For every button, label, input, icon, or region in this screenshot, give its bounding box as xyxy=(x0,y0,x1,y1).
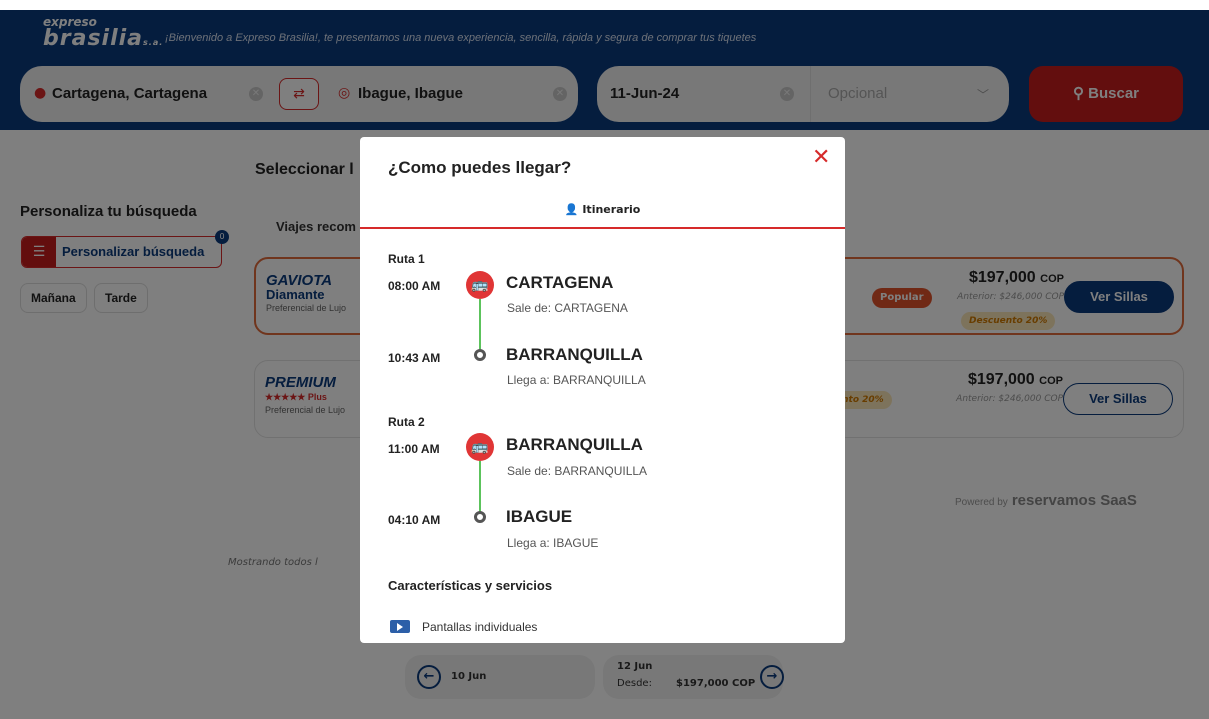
arrival-time: 04:10 AM xyxy=(388,513,441,527)
itinerary-modal: ¿Como puedes llegar? ✕ 👤 Itinerario Ruta … xyxy=(360,137,845,643)
screen-icon xyxy=(390,620,410,633)
tab-itinerary-label: Itinerario xyxy=(582,203,641,216)
close-icon[interactable]: ✕ xyxy=(812,147,830,169)
bus-icon: 🚌 xyxy=(466,271,494,299)
tab-itinerary[interactable]: 👤 Itinerario xyxy=(360,197,845,229)
departure-time: 11:00 AM xyxy=(388,442,440,456)
modal-title: ¿Como puedes llegar? xyxy=(388,158,572,177)
route-label: Ruta 1 xyxy=(388,252,425,266)
arrival-time: 10:43 AM xyxy=(388,351,441,365)
route-label: Ruta 2 xyxy=(388,415,425,429)
departure-time: 08:00 AM xyxy=(388,279,441,293)
departure-city: BARRANQUILLA xyxy=(506,435,643,454)
arrival-detail: Llega a: IBAGUE xyxy=(507,536,599,550)
stop-dot-icon xyxy=(474,349,486,361)
bus-icon: 🚌 xyxy=(466,433,494,461)
departure-detail: Sale de: BARRANQUILLA xyxy=(507,464,648,478)
feature-label: Pantallas individuales xyxy=(422,620,538,634)
route-line xyxy=(479,461,481,513)
arrival-detail: Llega a: BARRANQUILLA xyxy=(507,373,646,387)
stop-dot-icon xyxy=(474,511,486,523)
features-title: Características y servicios xyxy=(388,578,553,593)
person-icon: 👤 xyxy=(564,203,579,216)
departure-detail: Sale de: CARTAGENA xyxy=(507,301,628,315)
arrival-city: BARRANQUILLA xyxy=(506,345,643,364)
arrival-city: IBAGUE xyxy=(506,507,573,526)
departure-city: CARTAGENA xyxy=(506,273,614,292)
route-line xyxy=(479,299,481,349)
top-strip xyxy=(0,0,1209,10)
